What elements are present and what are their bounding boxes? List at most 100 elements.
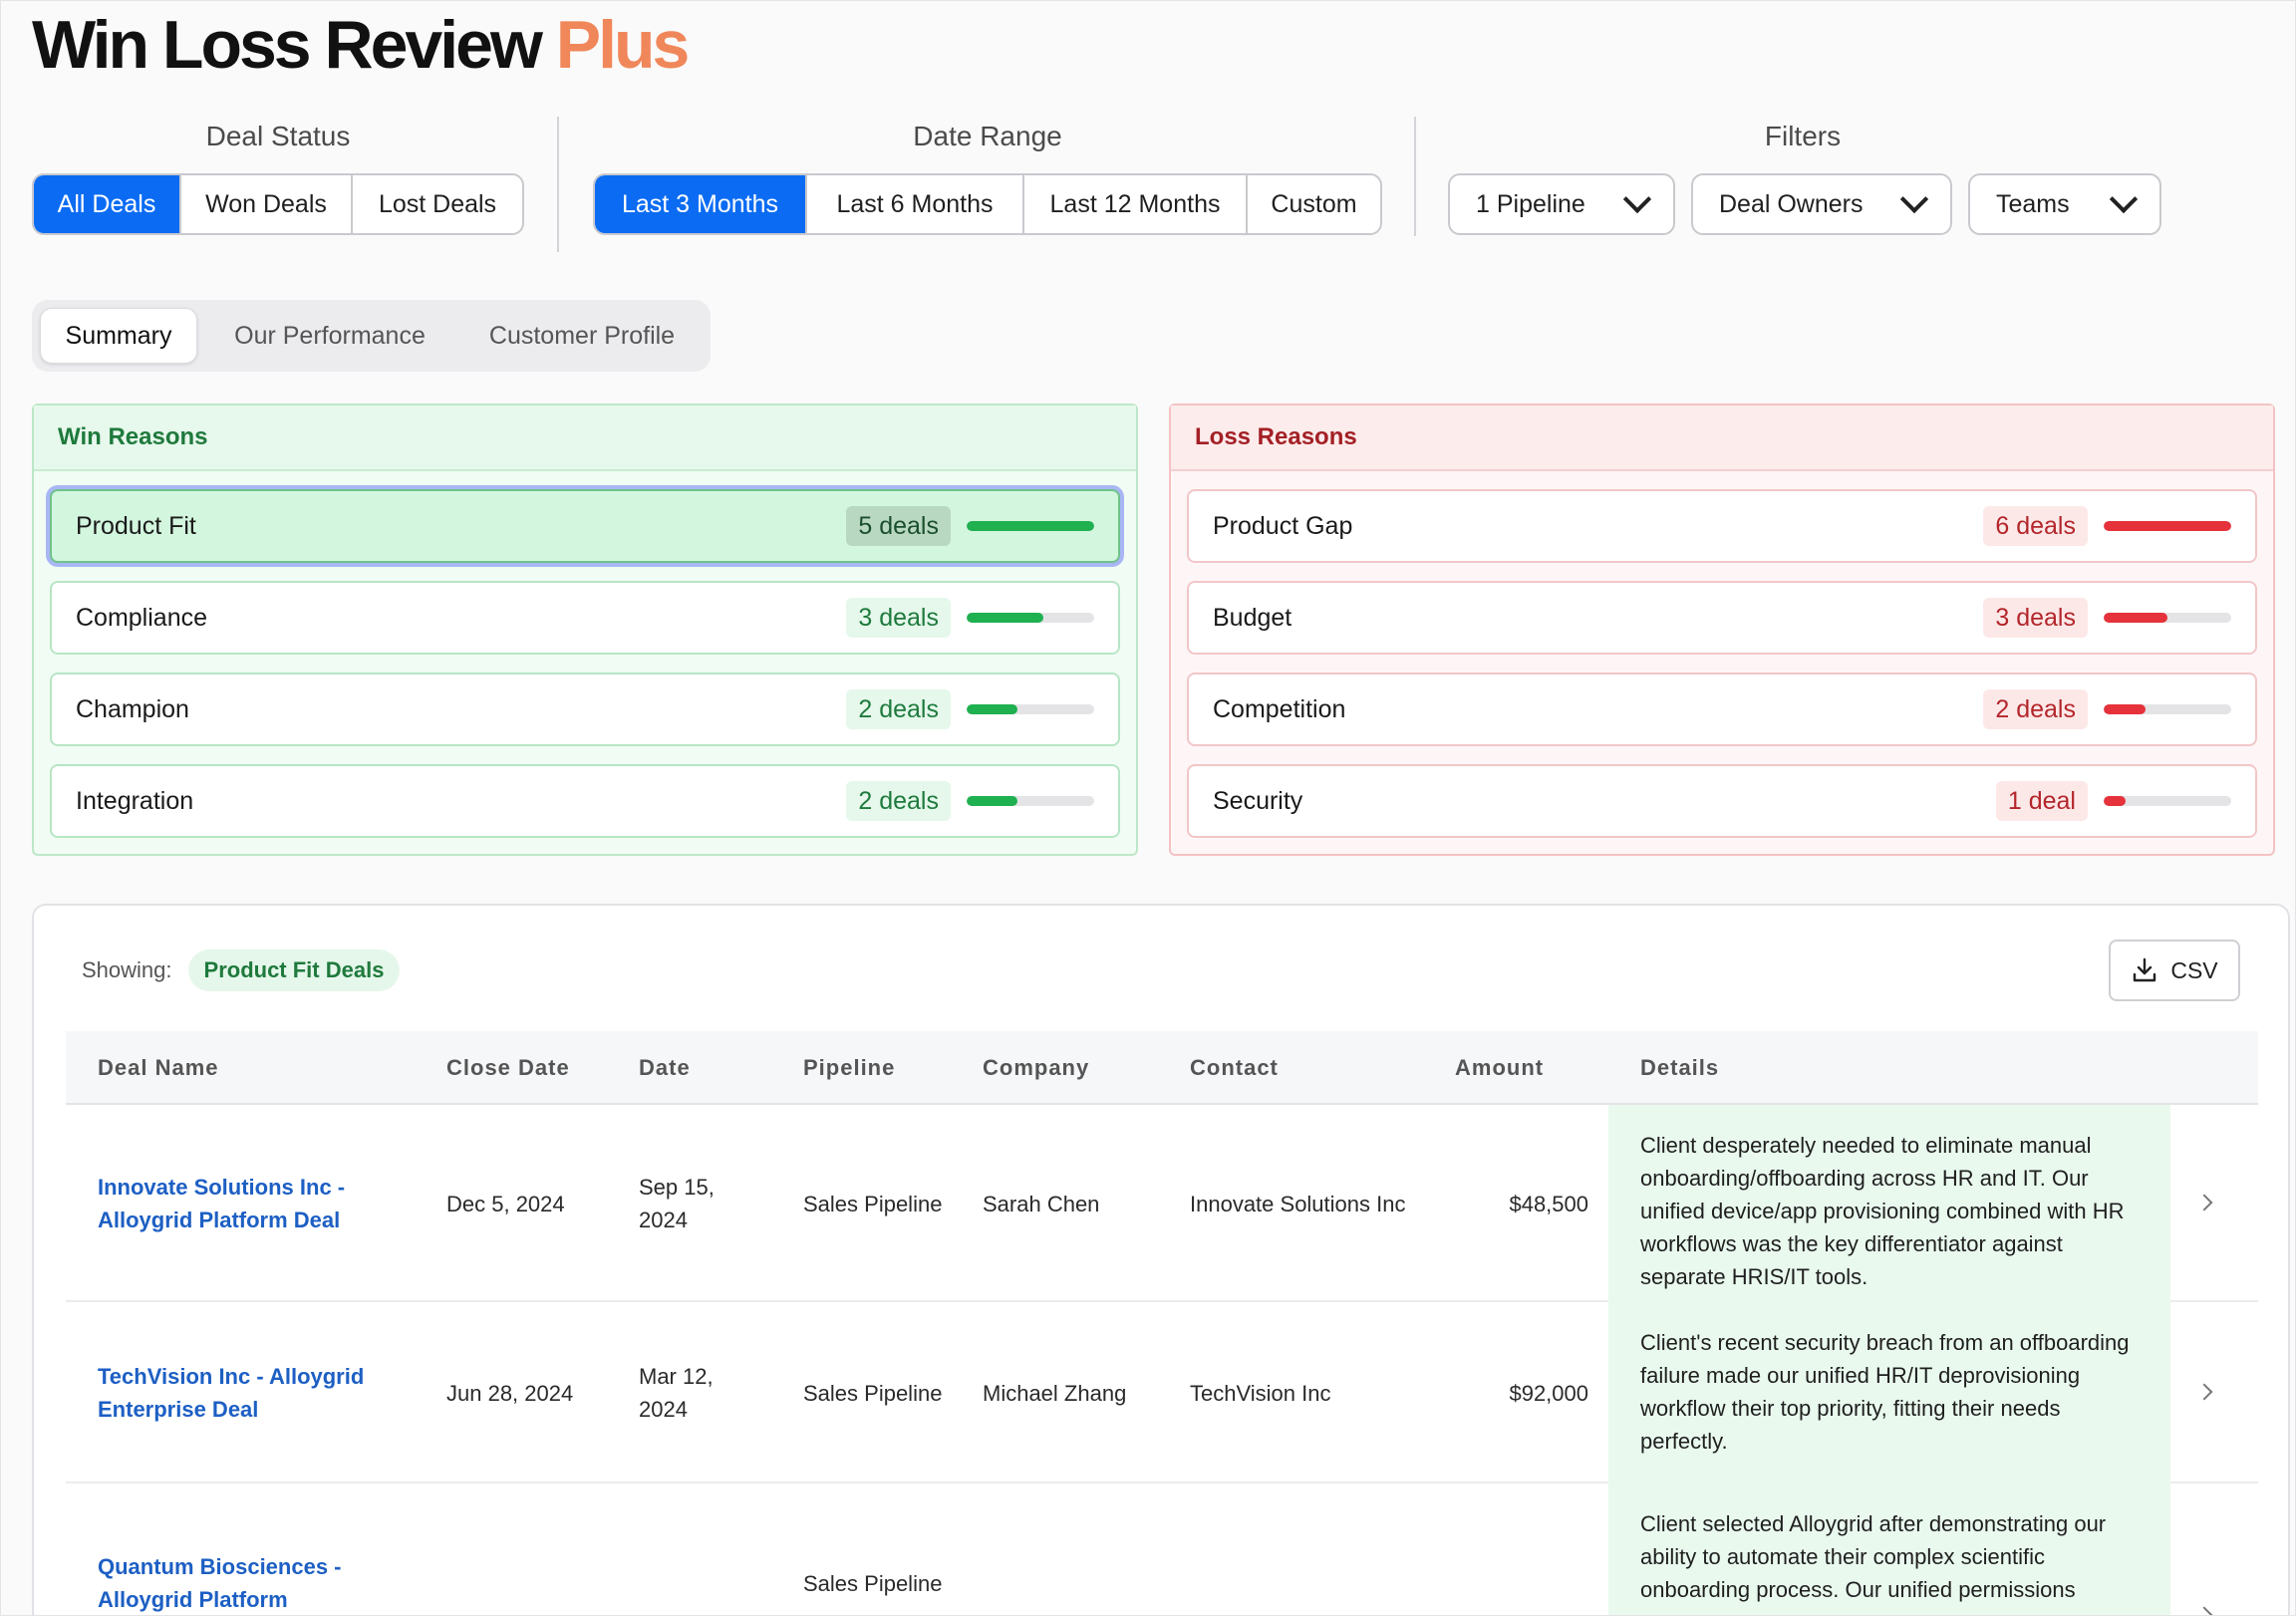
close-date-cell: Jun 28, 2024	[446, 1380, 574, 1406]
reason-label: Compliance	[76, 603, 208, 632]
company-cell: Sarah Chen	[983, 1191, 1100, 1216]
reason-count-badge: 1 deal	[1995, 781, 2088, 821]
reason-count-badge: 5 deals	[846, 506, 951, 546]
column-header[interactable]: Amount	[1455, 1031, 1544, 1105]
contact-cell: Innovate Solutions Inc	[1190, 1191, 1406, 1216]
teams-dropdown[interactable]: Teams	[1968, 173, 2161, 235]
reason-bar-fill	[2104, 704, 2147, 714]
reason-bar-fill	[2104, 521, 2231, 531]
page-title-main: Win Loss Review	[32, 7, 543, 83]
pipeline-dropdown-label: 1 Pipeline	[1476, 189, 1585, 218]
reason-bar	[2104, 796, 2231, 806]
contact-cell: TechVision Inc	[1190, 1380, 1331, 1406]
chevron-down-icon	[1899, 184, 1929, 214]
reason-count-badge: 2 deals	[846, 781, 951, 821]
loss-reason-product-gap[interactable]: Product Gap 6 deals	[1187, 489, 2257, 563]
chevron-right-icon[interactable]	[2195, 1194, 2213, 1212]
pipeline-cell: Sales Pipeline	[803, 1380, 943, 1406]
table-row[interactable]: TechVision Inc - Alloygrid Enterprise De…	[66, 1302, 2258, 1483]
date-range-3m[interactable]: Last 3 Months	[595, 175, 807, 233]
loss-reason-competition[interactable]: Competition 2 deals	[1187, 673, 2257, 746]
details-cell: Client desperately needed to eliminate m…	[1608, 1105, 2170, 1302]
reason-label: Champion	[76, 694, 189, 723]
tab-customer-profile[interactable]: Customer Profile	[460, 308, 704, 364]
reason-bar-fill	[967, 796, 1018, 806]
filter-divider	[1414, 117, 1416, 236]
reason-label: Integration	[76, 786, 194, 815]
deal-owners-dropdown[interactable]: Deal Owners	[1691, 173, 1952, 235]
amount-cell: $48,500	[1509, 1191, 1588, 1216]
chevron-down-icon	[1622, 184, 1652, 214]
reason-count-badge: 2 deals	[846, 689, 951, 729]
reason-bar-fill	[967, 704, 1018, 714]
date-range-custom[interactable]: Custom	[1248, 175, 1380, 233]
reason-label: Budget	[1213, 603, 1292, 632]
page-title: Win Loss Review Plus	[32, 7, 690, 83]
pipeline-dropdown[interactable]: 1 Pipeline	[1448, 173, 1675, 235]
reason-bar	[2104, 613, 2231, 623]
deal-name-link[interactable]: TechVision Inc - Alloygrid Enterprise De…	[98, 1302, 397, 1483]
reason-label: Product Gap	[1213, 511, 1353, 540]
tab-our-performance[interactable]: Our Performance	[217, 308, 442, 364]
deals-table-card: Showing: Product Fit Deals CSV Deal Name…	[32, 904, 2290, 1615]
amount-cell: $92,000	[1509, 1380, 1588, 1406]
loss-reasons-panel: Loss Reasons Product Gap 6 deals Budget …	[1169, 404, 2275, 856]
deal-status-won[interactable]: Won Deals	[181, 175, 353, 233]
deal-name-link[interactable]: Quantum Biosciences - Alloygrid Platform	[98, 1483, 397, 1615]
deal-owners-dropdown-label: Deal Owners	[1719, 189, 1864, 218]
win-reason-product-fit[interactable]: Product Fit 5 deals	[50, 489, 1120, 563]
table-row[interactable]: Quantum Biosciences - Alloygrid Platform…	[66, 1483, 2258, 1615]
reason-bar-fill	[2104, 613, 2167, 623]
deal-status-label: Deal Status	[205, 121, 351, 151]
date-range-label: Date Range	[913, 121, 1062, 151]
reason-bar	[967, 704, 1094, 714]
deal-status-lost[interactable]: Lost Deals	[353, 175, 522, 233]
chevron-down-icon	[2109, 184, 2139, 214]
loss-reasons-title: Loss Reasons	[1171, 405, 2273, 471]
column-header[interactable]: Company	[983, 1031, 1089, 1105]
loss-reason-security[interactable]: Security 1 deal	[1187, 764, 2257, 838]
details-cell: Client's recent security breach from an …	[1608, 1302, 2170, 1483]
deal-name-link[interactable]: Innovate Solutions Inc - Alloygrid Platf…	[98, 1105, 397, 1302]
date-range-segmented: Last 3 Months Last 6 Months Last 12 Mont…	[593, 173, 1382, 235]
column-header[interactable]: Deal Name	[98, 1031, 219, 1105]
view-tabs: Summary Our Performance Customer Profile	[32, 300, 711, 372]
csv-export-button[interactable]: CSV	[2109, 940, 2240, 1001]
details-cell: Client selected Alloygrid after demonstr…	[1608, 1483, 2170, 1615]
win-reason-champion[interactable]: Champion 2 deals	[50, 673, 1120, 746]
win-reasons-title: Win Reasons	[34, 405, 1136, 471]
tab-summary[interactable]: Summary	[40, 308, 197, 364]
teams-dropdown-label: Teams	[1996, 189, 2070, 218]
win-reason-integration[interactable]: Integration 2 deals	[50, 764, 1120, 838]
column-header[interactable]: Pipeline	[803, 1031, 895, 1105]
column-header[interactable]: Details	[1640, 1031, 1719, 1105]
table-row[interactable]: Innovate Solutions Inc - Alloygrid Platf…	[66, 1105, 2258, 1302]
win-reason-compliance[interactable]: Compliance 3 deals	[50, 581, 1120, 655]
loss-reason-budget[interactable]: Budget 3 deals	[1187, 581, 2257, 655]
chevron-right-icon[interactable]	[2195, 1606, 2213, 1615]
filters-label: Filters	[1764, 121, 1842, 151]
column-header[interactable]: Date	[639, 1031, 691, 1105]
showing-label: Showing:	[82, 957, 172, 982]
date-range-6m[interactable]: Last 6 Months	[807, 175, 1024, 233]
reason-bar	[2104, 704, 2231, 714]
reason-bar	[967, 796, 1094, 806]
win-loss-page: Win Loss Review Plus Deal Status All Dea…	[0, 0, 2296, 1616]
table-header: Deal Name Close Date Date Pipeline Compa…	[66, 1031, 2258, 1105]
reason-count-badge: 3 deals	[1983, 598, 2088, 638]
csv-export-label: CSV	[2170, 956, 2218, 983]
reason-bar-fill	[2104, 796, 2126, 806]
column-header[interactable]: Contact	[1190, 1031, 1279, 1105]
reason-bar	[967, 521, 1094, 531]
reason-bar	[2104, 521, 2231, 531]
filter-divider	[557, 117, 559, 252]
date-cell: Mar 12, 2024	[639, 1364, 714, 1422]
reason-count-badge: 3 deals	[846, 598, 951, 638]
column-header[interactable]: Close Date	[446, 1031, 570, 1105]
date-range-12m[interactable]: Last 12 Months	[1024, 175, 1248, 233]
deal-status-all[interactable]: All Deals	[34, 175, 181, 233]
date-cell: Sep 15, 2024	[639, 1175, 715, 1232]
showing-filter: Showing: Product Fit Deals	[82, 949, 401, 991]
chevron-right-icon[interactable]	[2195, 1383, 2213, 1401]
download-icon	[2134, 957, 2156, 982]
